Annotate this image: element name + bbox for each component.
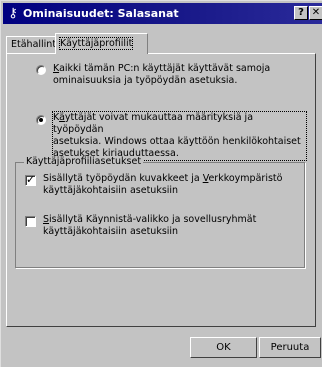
close-button[interactable]: ✕ [309,6,322,20]
tab-user-profiles[interactable]: Käyttäjäprofiilit [55,33,148,54]
group-label: Käyttäjäprofiiliasetukset [24,156,144,168]
checkbox-desktop-icons[interactable] [25,173,36,186]
tab-label: Käyttäjäprofiilit [58,37,134,50]
profile-settings-group: Käyttäjäprofiiliasetukset Sisällytä työp… [15,156,305,268]
key-icon: ⚷ [8,6,18,21]
checkbox-start-menu[interactable] [25,216,36,227]
option-shared-settings-label[interactable]: Kaikki tämän PC:n käyttäjät käyttävät sa… [53,63,303,87]
properties-dialog: ⚷ Ominaisuudet: Salasanat ? ✕ Etähallint… [0,0,322,367]
tab-panel: Kaikki tämän PC:n käyttäjät käyttävät sa… [6,53,316,327]
checkbox-desktop-icons-label[interactable]: Sisällytä työpöydän kuvakkeet ja Verkkoy… [43,173,298,197]
window-title: Ominaisuudet: Salasanat [23,7,179,20]
checkbox-start-menu-label[interactable]: Sisällytä Käynnistä-valikko ja sovellusr… [43,214,298,238]
option-custom-settings-label[interactable]: Käyttäjät voivat mukauttaa määrityksiä j… [52,111,307,161]
title-bar[interactable]: ⚷ Ominaisuudet: Salasanat ? ✕ [3,3,322,24]
cancel-button[interactable]: Peruuta [259,337,321,358]
help-button[interactable]: ? [294,6,308,20]
ok-button[interactable]: OK [190,337,257,358]
radio-custom-settings[interactable] [36,115,46,125]
tab-remote-admin[interactable]: Etähallinta [6,36,62,53]
radio-shared-settings[interactable] [36,65,46,75]
